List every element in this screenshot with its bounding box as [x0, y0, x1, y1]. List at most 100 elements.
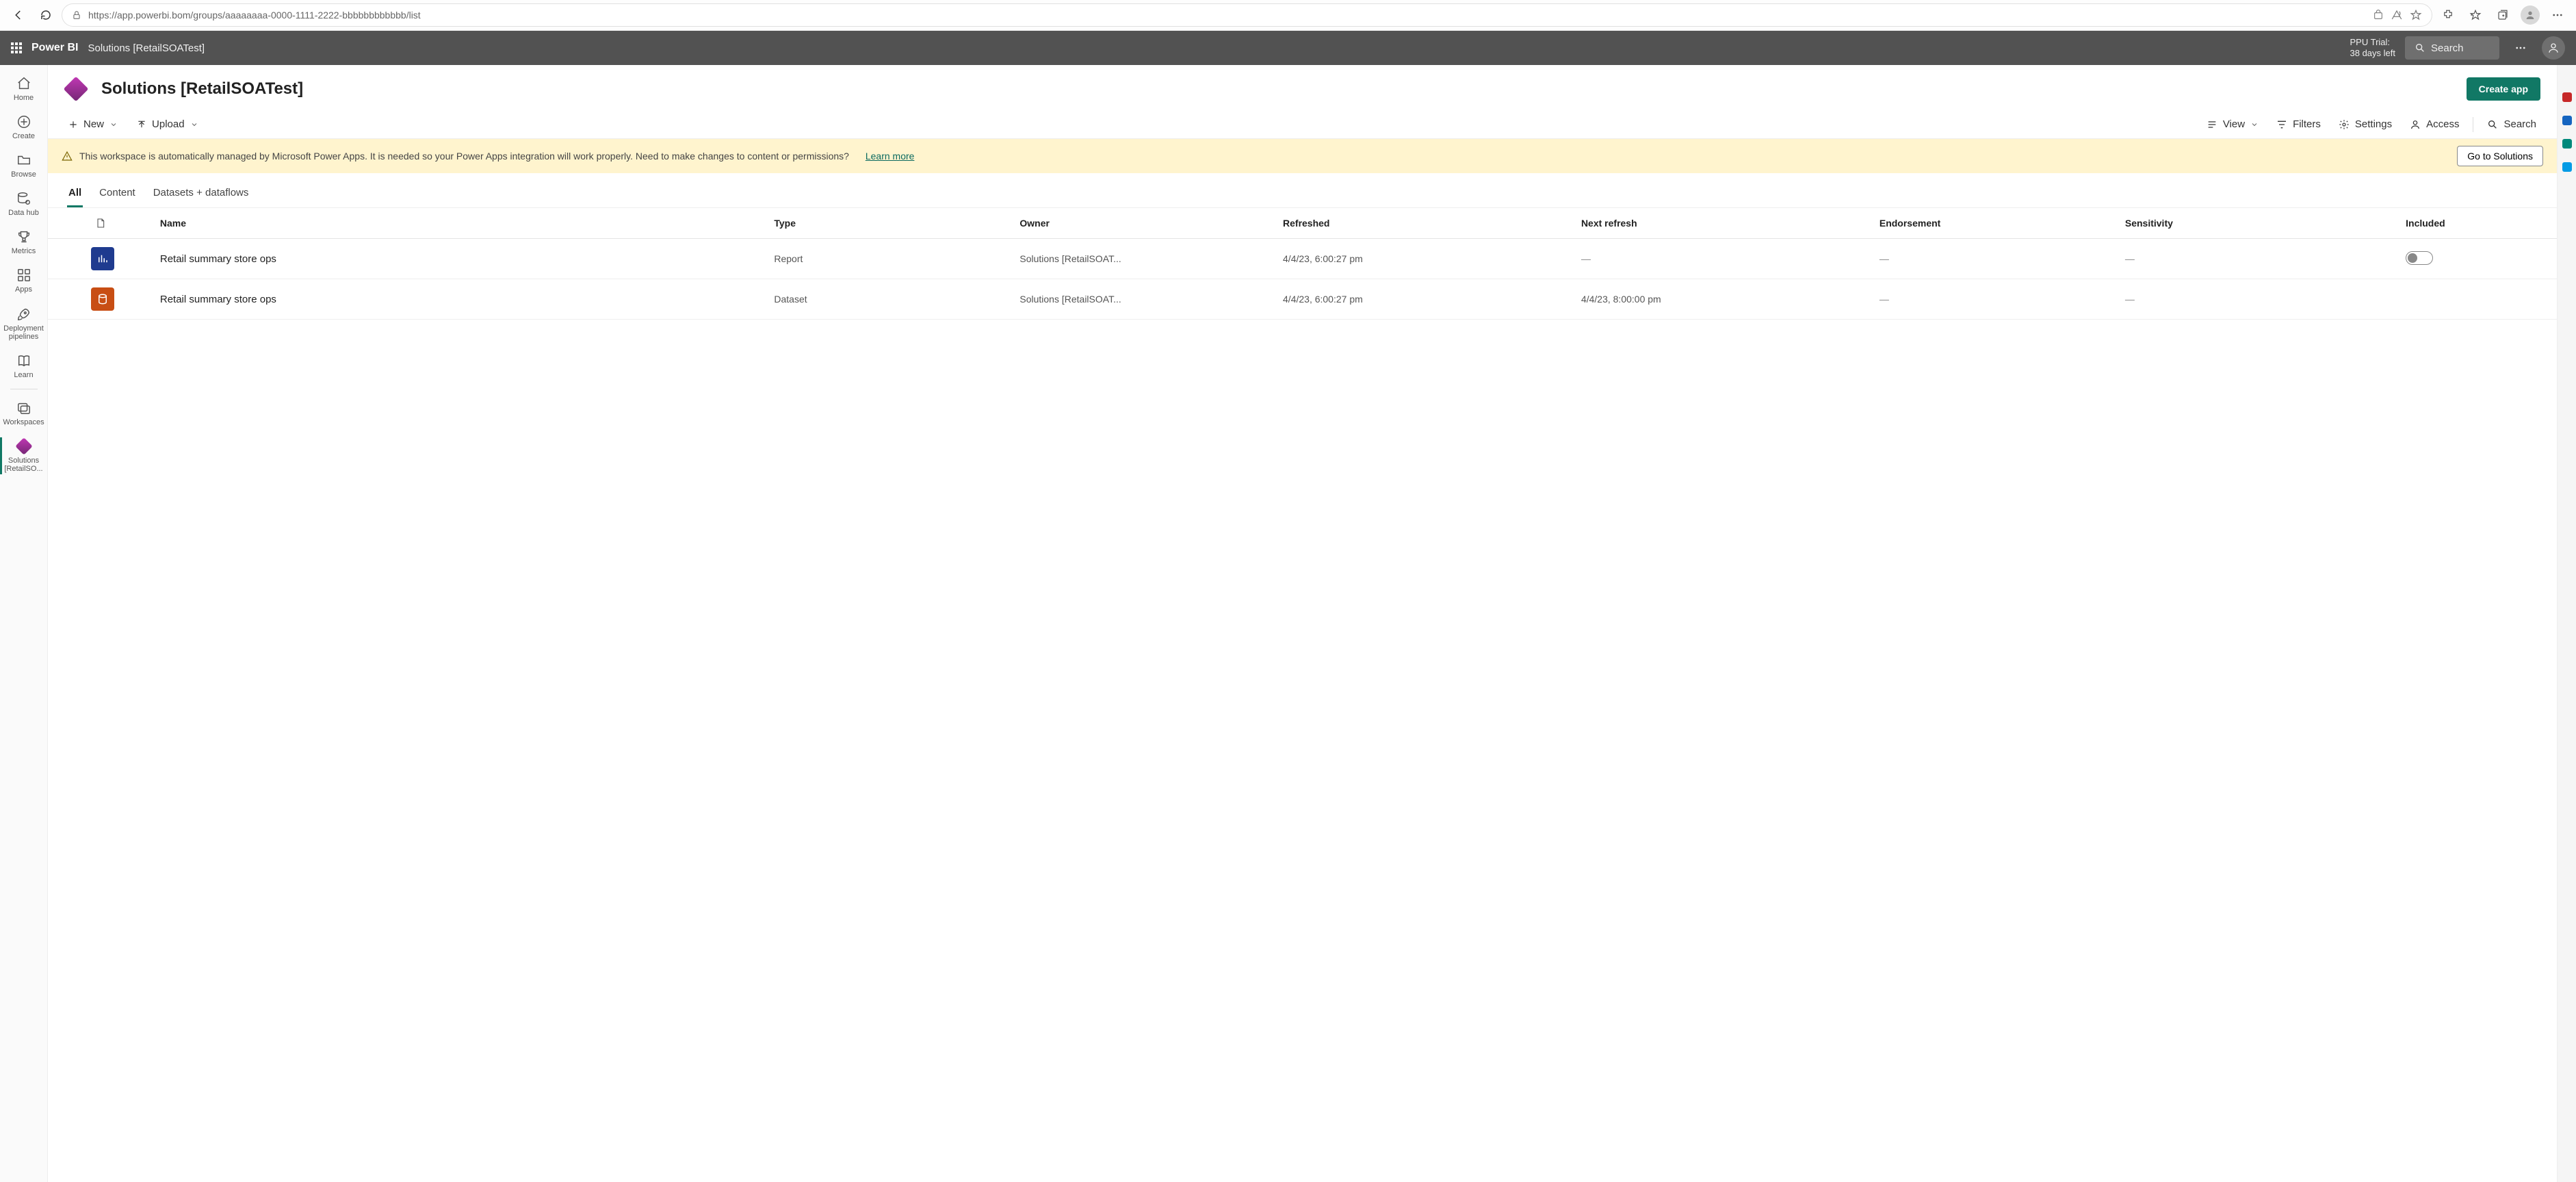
extensions-icon[interactable]: [2436, 3, 2460, 27]
workspace-diamond-icon: [15, 437, 32, 454]
go-to-solutions-button[interactable]: Go to Solutions: [2457, 146, 2543, 166]
back-button[interactable]: [7, 3, 30, 27]
nav-learn[interactable]: Learn: [0, 348, 47, 385]
table-row[interactable]: Retail summary store opsDatasetSolutions…: [48, 279, 2557, 320]
nav-apps[interactable]: Apps: [0, 262, 47, 299]
favorite-icon[interactable]: [2410, 9, 2422, 21]
browser-chrome: https://app.powerbi.bom/groups/aaaaaaaa-…: [0, 0, 2576, 31]
pbi-top-bar: Power BI Solutions [RetailSOATest] PPU T…: [0, 31, 2576, 65]
breadcrumb[interactable]: Solutions [RetailSOATest]: [88, 42, 205, 54]
new-button[interactable]: New: [62, 114, 125, 134]
read-aloud-icon[interactable]: [2391, 9, 2403, 21]
column-name[interactable]: Name: [153, 208, 768, 239]
rocket-icon: [16, 307, 31, 322]
row-owner: Solutions [RetailSOAT...: [1013, 279, 1276, 320]
workspace-header: Solutions [RetailSOATest] Create app: [48, 65, 2557, 110]
row-type: Report: [767, 239, 1013, 279]
row-type-icon: [48, 239, 153, 279]
refresh-button[interactable]: [34, 3, 57, 27]
plus-icon: [68, 120, 78, 129]
apps-icon: [16, 268, 31, 283]
row-included: [2399, 279, 2557, 320]
side-app-icon[interactable]: [2562, 116, 2572, 125]
side-app-icon[interactable]: [2562, 139, 2572, 149]
trophy-icon: [16, 229, 31, 244]
row-type-icon: [48, 279, 153, 320]
global-search[interactable]: Search: [2405, 36, 2499, 60]
page-title: Solutions [RetailSOATest]: [101, 79, 2453, 99]
person-icon: [2410, 119, 2421, 130]
content-tabs: All Content Datasets + dataflows: [48, 173, 2557, 208]
trial-status: PPU Trial: 38 days left: [2350, 37, 2396, 58]
search-icon: [2487, 119, 2498, 130]
nav-home[interactable]: Home: [0, 70, 47, 107]
account-button[interactable]: [2542, 36, 2565, 60]
content-table: Name Type Owner Refreshed Next refresh E…: [48, 208, 2557, 1182]
view-button[interactable]: View: [2200, 114, 2265, 134]
row-endorsement: —: [1873, 279, 2118, 320]
brand-label[interactable]: Power BI: [31, 42, 78, 54]
nav-active-workspace[interactable]: Solutions [RetailSO...: [0, 433, 47, 478]
upload-button[interactable]: Upload: [130, 114, 205, 134]
row-sensitivity: —: [2118, 279, 2399, 320]
column-icon: [48, 208, 153, 239]
app-launcher-icon[interactable]: [11, 42, 22, 53]
chevron-down-icon: [2250, 120, 2259, 129]
left-nav: Home Create Browse Data hub Metrics Apps…: [0, 65, 48, 1182]
column-next-refresh[interactable]: Next refresh: [1574, 208, 1873, 239]
column-owner[interactable]: Owner: [1013, 208, 1276, 239]
top-more-button[interactable]: [2509, 36, 2532, 60]
row-refreshed: 4/4/23, 6:00:27 pm: [1276, 279, 1574, 320]
row-included: [2399, 239, 2557, 279]
nav-workspaces[interactable]: Workspaces: [0, 395, 47, 432]
search-icon: [2415, 42, 2425, 53]
folder-icon: [16, 153, 31, 168]
row-next-refresh: 4/4/23, 8:00:00 pm: [1574, 279, 1873, 320]
create-app-button[interactable]: Create app: [2467, 77, 2540, 101]
address-bar[interactable]: https://app.powerbi.bom/groups/aaaaaaaa-…: [62, 3, 2432, 27]
settings-button[interactable]: Settings: [2332, 114, 2399, 134]
database-icon: [16, 191, 31, 206]
side-app-icon[interactable]: [2562, 162, 2572, 172]
nav-create[interactable]: Create: [0, 109, 47, 146]
collections-icon[interactable]: [2491, 3, 2514, 27]
column-included[interactable]: Included: [2399, 208, 2557, 239]
tab-all[interactable]: All: [67, 180, 83, 207]
filters-button[interactable]: Filters: [2269, 114, 2328, 134]
toolbar: New Upload View Filters: [48, 110, 2557, 139]
column-refreshed[interactable]: Refreshed: [1276, 208, 1574, 239]
row-name: Retail summary store ops: [153, 239, 768, 279]
profile-button[interactable]: [2519, 3, 2542, 27]
workspace-icon: [64, 77, 88, 101]
column-type[interactable]: Type: [767, 208, 1013, 239]
learn-more-link[interactable]: Learn more: [866, 151, 915, 162]
column-endorsement[interactable]: Endorsement: [1873, 208, 2118, 239]
chevron-down-icon: [190, 120, 198, 129]
column-sensitivity[interactable]: Sensitivity: [2118, 208, 2399, 239]
search-button[interactable]: Search: [2480, 114, 2543, 134]
user-icon: [2547, 42, 2560, 54]
banner-text: This workspace is automatically managed …: [79, 151, 849, 162]
tab-content[interactable]: Content: [98, 180, 137, 207]
search-placeholder: Search: [2431, 42, 2464, 54]
right-side-strip: [2557, 65, 2576, 1182]
more-button[interactable]: [2546, 3, 2569, 27]
nav-pipelines[interactable]: Deployment pipelines: [0, 301, 47, 346]
home-icon: [16, 76, 31, 91]
favorites-bar-icon[interactable]: [2464, 3, 2487, 27]
nav-datahub[interactable]: Data hub: [0, 185, 47, 222]
row-sensitivity: —: [2118, 239, 2399, 279]
included-toggle[interactable]: [2406, 251, 2433, 265]
info-banner: This workspace is automatically managed …: [48, 139, 2557, 173]
shopping-icon[interactable]: [2373, 10, 2384, 21]
nav-browse[interactable]: Browse: [0, 147, 47, 184]
side-app-icon[interactable]: [2562, 92, 2572, 102]
upload-icon: [137, 120, 146, 129]
row-name: Retail summary store ops: [153, 279, 768, 320]
tab-datasets[interactable]: Datasets + dataflows: [152, 180, 250, 207]
nav-metrics[interactable]: Metrics: [0, 224, 47, 261]
chevron-down-icon: [109, 120, 118, 129]
main-area: Solutions [RetailSOATest] Create app New…: [48, 65, 2557, 1182]
access-button[interactable]: Access: [2403, 114, 2466, 134]
table-row[interactable]: Retail summary store opsReportSolutions …: [48, 239, 2557, 279]
